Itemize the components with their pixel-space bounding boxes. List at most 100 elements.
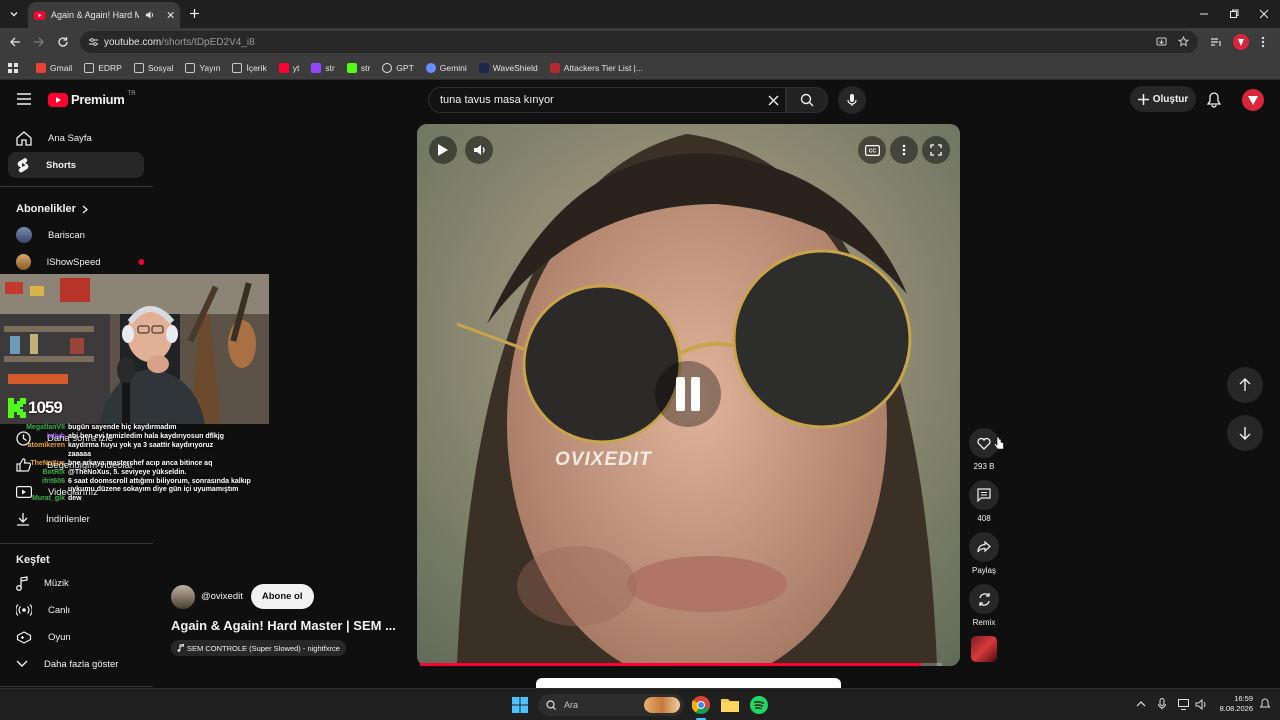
sidebar-item-music[interactable]: Müzik [8, 570, 144, 596]
bookmark-twitch-str[interactable]: str [311, 62, 335, 73]
taskbar-search[interactable]: Ara [538, 694, 684, 716]
search-input[interactable]: tuna tavus masa kınyor [428, 87, 786, 113]
chat-message: Murat_glk dew [0, 495, 270, 503]
account-avatar[interactable] [1242, 89, 1264, 111]
tray-microphone-icon[interactable] [1158, 698, 1166, 710]
play-button[interactable] [429, 136, 457, 164]
music-chip[interactable]: SEM CONTROLE (Super Slowed) - nightfxrce [171, 640, 346, 656]
tab-search-icon[interactable] [8, 8, 20, 20]
comments-button[interactable] [969, 480, 999, 510]
install-app-icon[interactable] [1156, 36, 1167, 47]
next-short-button[interactable] [1227, 415, 1263, 451]
pause-overlay-button[interactable] [655, 361, 721, 427]
captions-button[interactable]: CC [858, 136, 886, 164]
remix-button[interactable] [969, 584, 999, 614]
sidebar-item-home[interactable]: Ana Sayfa [8, 125, 144, 151]
volume-tray-icon[interactable] [1195, 699, 1208, 710]
share-icon [977, 541, 991, 553]
chat-text: zaaaaa [68, 451, 91, 458]
notification-center-icon[interactable] [1260, 698, 1270, 710]
pause-icon [676, 377, 700, 411]
chat-message: BotRix @TheNoXus, 5. seviyeye yükseldin. [0, 469, 270, 477]
minimize-icon[interactable] [1199, 9, 1209, 19]
share-button[interactable] [969, 532, 999, 562]
restore-icon[interactable] [1229, 9, 1239, 19]
reload-icon[interactable] [57, 36, 69, 48]
sound-thumbnail[interactable] [971, 636, 997, 662]
network-icon[interactable] [1178, 699, 1191, 710]
share-action[interactable]: Paylaş [968, 532, 1000, 575]
channel-name[interactable]: @ovixedit [201, 591, 243, 602]
bookmark-edrp[interactable]: EDRP [84, 62, 122, 73]
search-query: tuna tavus masa kınyor [440, 94, 554, 106]
close-window-icon[interactable] [1259, 9, 1269, 19]
file-explorer-icon[interactable] [721, 697, 739, 712]
channel-avatar[interactable] [171, 584, 195, 609]
short-title[interactable]: Again & Again! Hard Master | SEM ... [171, 618, 396, 633]
more-options-button[interactable] [890, 136, 918, 164]
fullscreen-button[interactable] [922, 136, 950, 164]
profile-shield-icon[interactable] [1233, 34, 1249, 50]
subscriptions-header[interactable]: Abonelikler [16, 203, 88, 215]
bookmark-gpt[interactable]: GPT [382, 62, 414, 73]
bookmark-gemini[interactable]: Gemini [425, 62, 467, 73]
create-label: Oluştur [1152, 93, 1189, 105]
sidebar-item-live[interactable]: Canlı [8, 597, 144, 623]
chat-username: MegatlanVII [26, 424, 65, 431]
create-button[interactable]: Oluştur [1130, 86, 1196, 112]
chat-message: atomikeren kaydırma huyu yok ya 3 saattir… [0, 442, 270, 450]
address-bar[interactable]: youtube.com/shorts/tDpED2V4_i8 [80, 31, 1198, 53]
subscribe-button[interactable]: Abone ol [250, 584, 314, 609]
search-button[interactable] [786, 87, 828, 113]
logo-country-badge: TR [127, 90, 136, 97]
chat-text: kaydırma huyu yok ya 3 saattir kaydırıyo… [68, 442, 214, 449]
spotify-icon[interactable] [750, 696, 768, 714]
hamburger-menu-icon[interactable] [17, 93, 31, 105]
bookmark-waveshield[interactable]: WaveShield [478, 62, 538, 73]
bookmark-yt[interactable]: yt [278, 62, 299, 73]
bookmark-gmail[interactable]: Gmail [36, 62, 72, 73]
bookmark-star-icon[interactable] [1178, 36, 1189, 47]
notifications-bell-icon[interactable] [1207, 92, 1221, 108]
back-icon[interactable] [9, 36, 21, 48]
voice-search-button[interactable] [838, 86, 866, 114]
shorts-video-player[interactable]: OVIXEDIT CC [417, 124, 960, 666]
like-count: 293 B [973, 462, 995, 471]
bookmark-sosyal[interactable]: Sosyal [133, 62, 173, 73]
youtube-premium-logo[interactable]: Premium TR [48, 90, 136, 107]
browser-toolbar: youtube.com/shorts/tDpED2V4_i8 [0, 28, 1280, 56]
webcam-overlay: 1059 [0, 274, 269, 424]
forward-icon[interactable] [33, 36, 45, 48]
sidebar-item-show-more[interactable]: Daha fazla göster [8, 651, 144, 677]
sidebar-sub-ishowspeed[interactable]: IShowSpeed [8, 249, 144, 275]
close-tab-icon[interactable] [167, 11, 174, 19]
fullscreen-icon [930, 144, 942, 156]
bookmark-icerik[interactable]: İçerik [232, 62, 267, 73]
youtube-favicon-icon [34, 10, 46, 20]
volume-button[interactable] [465, 136, 493, 164]
remix-action[interactable]: Remix [968, 584, 1000, 627]
gaming-controller-icon [16, 630, 32, 644]
video-progress-track[interactable] [420, 663, 942, 666]
site-info-icon[interactable] [88, 37, 99, 47]
browser-menu-icon[interactable] [1261, 36, 1265, 48]
tray-overflow-chevron-icon[interactable] [1136, 700, 1146, 707]
start-button-icon[interactable] [512, 697, 528, 713]
clear-search-icon[interactable] [768, 95, 779, 106]
taskbar-clock[interactable]: 16:59 8.08.2026 [1211, 694, 1253, 714]
apps-grid-icon[interactable] [8, 63, 18, 73]
playlist-icon[interactable] [1210, 36, 1222, 48]
previous-short-button[interactable] [1227, 367, 1263, 403]
new-tab-icon[interactable] [189, 8, 200, 19]
sidebar-sub-bariscan[interactable]: Bariscan [8, 222, 144, 248]
browser-tab-active[interactable]: Again & Again! Hard Master | SEM CONTROL… [28, 2, 180, 28]
bookmark-yayin[interactable]: Yayın [185, 62, 220, 73]
sidebar-item-gaming[interactable]: Oyun [8, 624, 144, 650]
remix-icon [978, 592, 990, 606]
comments-action[interactable]: 408 [968, 480, 1000, 523]
bookmark-attackers[interactable]: Attackers Tier List |... [549, 62, 643, 73]
sidebar-item-shorts[interactable]: Shorts [8, 152, 144, 178]
speaker-icon[interactable] [145, 10, 154, 20]
chrome-taskbar-icon[interactable] [692, 696, 710, 714]
bookmark-kick-str[interactable]: str [346, 62, 370, 73]
